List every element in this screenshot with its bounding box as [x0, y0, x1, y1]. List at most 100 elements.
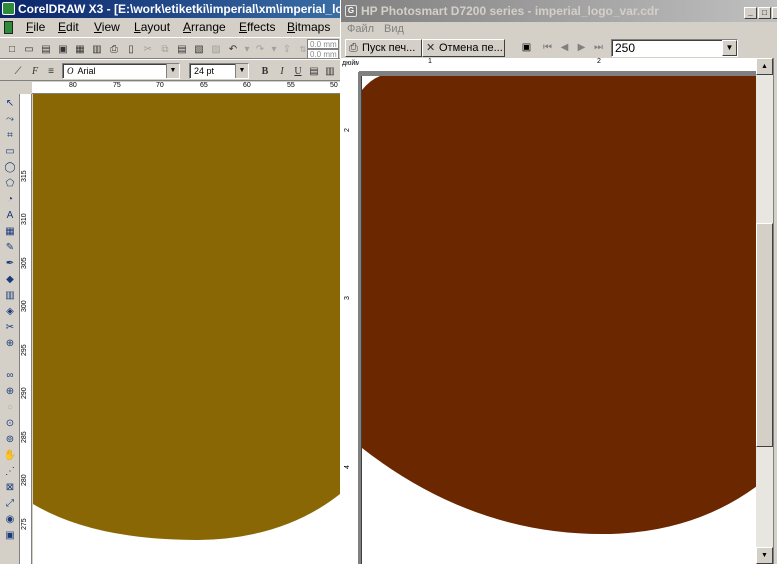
- interactive-fill-tool-icon[interactable]: ▥: [3, 288, 17, 302]
- minimize-button[interactable]: _: [744, 7, 757, 19]
- print-merge-icon[interactable]: ▥: [89, 41, 105, 57]
- dimension-tool-icon[interactable]: ⊠: [3, 480, 17, 494]
- page-icon[interactable]: ▯: [123, 41, 139, 57]
- maximize-button[interactable]: □: [758, 7, 771, 19]
- eye-tool-icon[interactable]: ◉: [3, 512, 17, 526]
- crop-tool-icon[interactable]: ⌗: [3, 128, 17, 142]
- knife-tool-icon[interactable]: ✂: [3, 320, 17, 334]
- coreldraw-app-icon: [2, 2, 15, 15]
- outline-tool-icon[interactable]: ✒: [3, 256, 17, 270]
- print-icon[interactable]: ▦: [72, 41, 88, 57]
- save-icon[interactable]: ▣: [518, 39, 535, 56]
- hp-app-icon: G: [345, 5, 357, 17]
- import-icon[interactable]: ▨: [208, 41, 224, 57]
- font-icon[interactable]: F: [27, 63, 43, 79]
- paste-icon[interactable]: ▤: [174, 41, 190, 57]
- copy-icon[interactable]: ⧉: [157, 41, 173, 57]
- hp-menubar: Файл Вид: [341, 22, 777, 38]
- hruler-tick: 50: [330, 82, 338, 89]
- drawing-canvas[interactable]: [33, 94, 340, 564]
- menu-view[interactable]: View: [94, 20, 120, 35]
- zoom-in-icon[interactable]: ⊕: [3, 384, 17, 398]
- menu-bitmaps[interactable]: Bitmaps: [287, 20, 330, 35]
- menu-edit[interactable]: Edit: [58, 20, 79, 35]
- underline-button[interactable]: U: [290, 63, 306, 79]
- nudge-x-field[interactable]: 0.0 mm: [307, 39, 339, 49]
- coreldraw-window: CorelDRAW X3 - [E:\work\etiketki\imperia…: [0, 0, 340, 564]
- binoculars-icon[interactable]: ∞: [3, 368, 17, 382]
- zoom-selected-icon[interactable]: ⊙: [3, 416, 17, 430]
- italic-button[interactable]: I: [274, 63, 290, 79]
- character-format-icon[interactable]: ▥: [322, 63, 338, 79]
- scroll-up-arrow-icon[interactable]: ▲: [756, 58, 773, 75]
- first-page-icon[interactable]: ⏮: [539, 39, 556, 56]
- horizontal-ruler[interactable]: 80 75 70 65 60 55 50: [32, 82, 340, 94]
- vruler-tick: 300: [21, 300, 28, 312]
- ruler-corner[interactable]: [20, 82, 32, 94]
- menu-effects[interactable]: Effects: [239, 20, 275, 35]
- rectangle-tool-icon[interactable]: ▭: [3, 144, 17, 158]
- bold-button[interactable]: B: [257, 63, 273, 79]
- start-print-button[interactable]: ⎙ Пуск печ...: [345, 39, 422, 57]
- new-from-template-icon[interactable]: ▭: [21, 41, 37, 57]
- text-tool-icon[interactable]: A: [3, 208, 17, 222]
- preview-page: [361, 76, 756, 564]
- artistic-media-tool-icon[interactable]: ⋰: [3, 464, 17, 478]
- coreldraw-titlebar[interactable]: CorelDRAW X3 - [E:\work\etiketki\imperia…: [0, 0, 340, 18]
- font-dropdown-arrow-icon[interactable]: ▼: [166, 64, 179, 78]
- export-icon[interactable]: ⇪: [279, 41, 295, 57]
- menu-arrange[interactable]: Arrange: [183, 20, 226, 35]
- menu-file[interactable]: File: [26, 20, 45, 35]
- menu-layout[interactable]: Layout: [134, 20, 170, 35]
- hp-titlebar[interactable]: G HP Photosmart D7200 series - imperial_…: [341, 0, 777, 22]
- nudge-y-field[interactable]: 0.0 mm: [307, 49, 339, 59]
- open-icon[interactable]: ▤: [38, 41, 54, 57]
- hruler-tick: 2: [597, 58, 601, 65]
- fill-tool-icon[interactable]: ◆: [3, 272, 17, 286]
- polygon-tool-icon[interactable]: ⬠: [3, 176, 17, 190]
- list-format-icon[interactable]: ≡: [43, 63, 59, 79]
- close-button[interactable]: [772, 7, 777, 19]
- scroll-down-arrow-icon[interactable]: ▼: [756, 547, 773, 564]
- basic-shapes-tool-icon[interactable]: ◔: [3, 192, 17, 206]
- font-size-combo[interactable]: 24 pt ▼: [189, 63, 249, 79]
- align-icon[interactable]: ▤: [306, 63, 322, 79]
- vruler-tick: 295: [21, 344, 28, 356]
- ellipse-tool-icon[interactable]: ◯: [3, 160, 17, 174]
- next-page-icon[interactable]: ▶: [573, 39, 590, 56]
- opentype-font-icon: O: [67, 66, 74, 76]
- shape-tool-icon[interactable]: ⤳: [3, 112, 17, 126]
- vertical-ruler[interactable]: 315 310 305 300 295 290 285 280 275: [20, 94, 32, 564]
- text-tool-icon[interactable]: ⟋: [10, 63, 26, 79]
- font-size-dropdown-arrow-icon[interactable]: ▼: [235, 64, 248, 78]
- new-document-icon[interactable]: □: [4, 41, 20, 57]
- scroll-thumb[interactable]: [756, 223, 773, 447]
- paste-special-icon[interactable]: ▧: [191, 41, 207, 57]
- save-icon[interactable]: ▣: [55, 41, 71, 57]
- zoom-combo[interactable]: 250 ▼: [611, 39, 738, 57]
- vertical-scrollbar[interactable]: ▲ ▼: [756, 58, 773, 564]
- interactive-blend-tool-icon[interactable]: ▦: [3, 224, 17, 238]
- menu-file[interactable]: Файл: [347, 23, 374, 35]
- printer-icon[interactable]: ⎙: [106, 41, 122, 57]
- hp-title: HP Photosmart D7200 series - imperial_lo…: [361, 4, 659, 18]
- menu-view[interactable]: Вид: [384, 23, 404, 35]
- hand-tool-icon[interactable]: ✋: [3, 448, 17, 462]
- drawing-svg: [33, 94, 340, 540]
- zoom-all-icon[interactable]: ⊚: [3, 432, 17, 446]
- zoom-tool-icon[interactable]: ⊕: [3, 336, 17, 350]
- previous-page-icon[interactable]: ◀: [556, 39, 573, 56]
- zoom-out-icon[interactable]: ○: [3, 400, 17, 414]
- eyedropper-tool-icon[interactable]: ✎: [3, 240, 17, 254]
- last-page-icon[interactable]: ⏭: [590, 39, 607, 56]
- options-tool-icon[interactable]: ▣: [3, 528, 17, 542]
- connector-tool-icon[interactable]: ⤢: [3, 496, 17, 510]
- pick-tool-icon[interactable]: ↖: [3, 96, 17, 110]
- smart-fill-tool-icon[interactable]: ◈: [3, 304, 17, 318]
- font-name-combo[interactable]: O Arial ▼: [62, 63, 180, 79]
- zoom-dropdown-arrow-icon[interactable]: ▼: [722, 40, 737, 56]
- logo-semicircle-shape[interactable]: [33, 94, 340, 540]
- cancel-print-button[interactable]: ✕ Отмена пе...: [422, 39, 505, 57]
- cut-icon[interactable]: ✂: [140, 41, 156, 57]
- hp-toolbar: ⎙ Пуск печ... ✕ Отмена пе... ▣ ⏮ ◀ ▶ ⏭ 250…: [341, 38, 777, 58]
